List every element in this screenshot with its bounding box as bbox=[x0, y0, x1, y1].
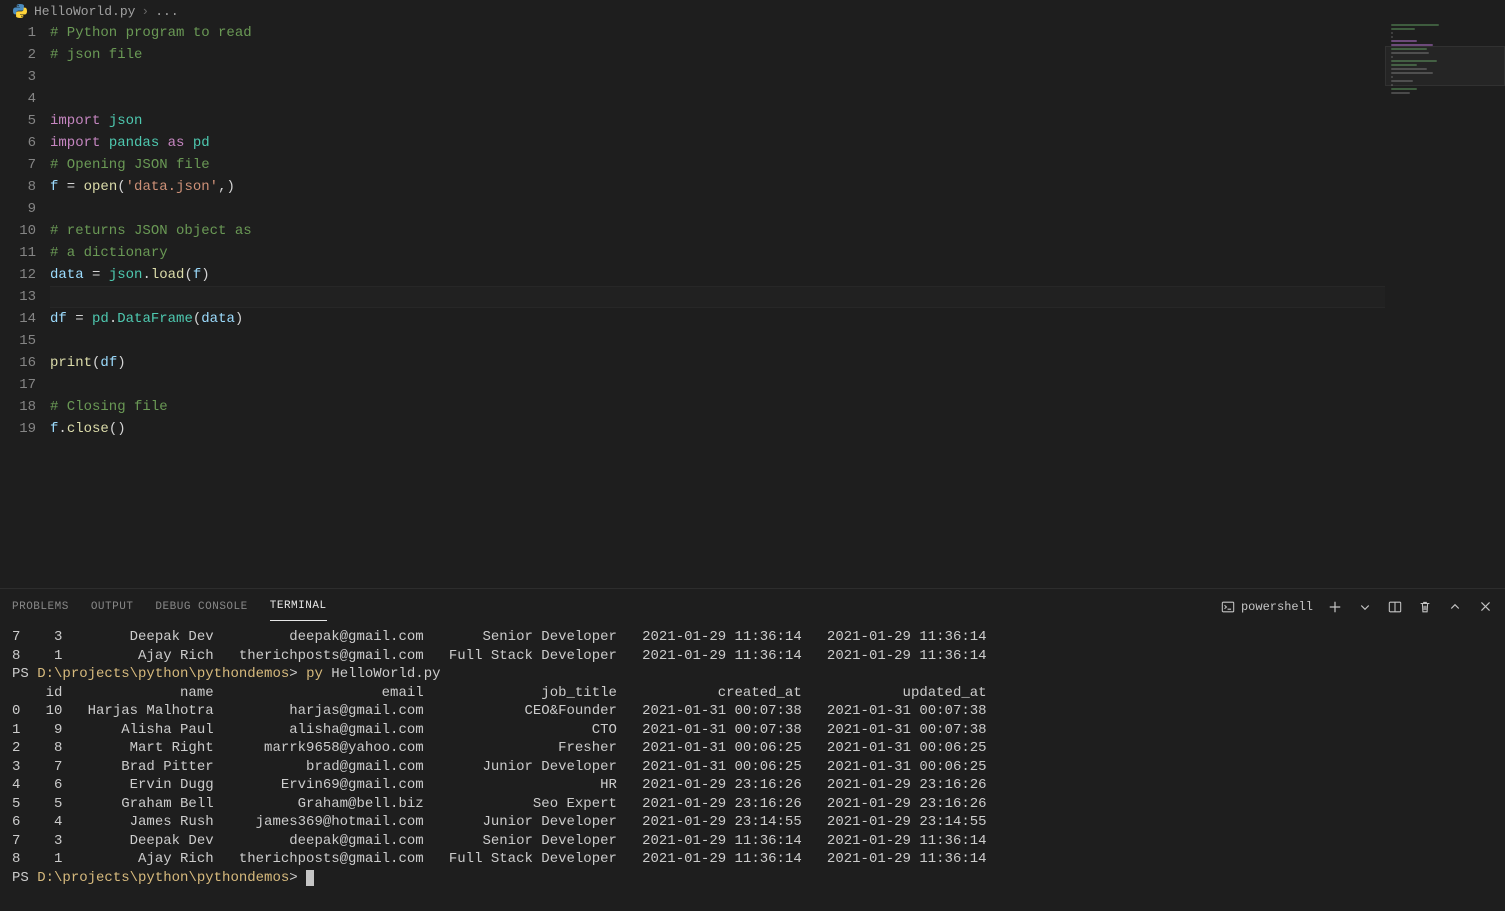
code-line[interactable]: import pandas as pd bbox=[50, 132, 1505, 154]
line-number: 16 bbox=[0, 352, 36, 374]
line-number: 19 bbox=[0, 418, 36, 440]
line-number: 15 bbox=[0, 330, 36, 352]
tab-output[interactable]: OUTPUT bbox=[91, 593, 134, 621]
line-number: 2 bbox=[0, 44, 36, 66]
python-file-icon bbox=[12, 3, 28, 19]
breadcrumb-separator: › bbox=[141, 4, 149, 19]
code-editor[interactable]: 12345678910111213141516171819 # Python p… bbox=[0, 22, 1505, 588]
tab-terminal[interactable]: TERMINAL bbox=[270, 592, 327, 621]
line-number: 3 bbox=[0, 66, 36, 88]
code-line[interactable] bbox=[50, 198, 1505, 220]
line-number: 6 bbox=[0, 132, 36, 154]
code-line[interactable] bbox=[50, 330, 1505, 352]
code-line[interactable]: data = json.load(f) bbox=[50, 264, 1505, 286]
line-number-gutter: 12345678910111213141516171819 bbox=[0, 22, 50, 588]
tab-problems[interactable]: PROBLEMS bbox=[12, 593, 69, 621]
terminal-icon bbox=[1221, 600, 1235, 614]
line-number: 9 bbox=[0, 198, 36, 220]
terminal-shell-selector[interactable]: powershell bbox=[1221, 600, 1313, 614]
code-line[interactable]: print(df) bbox=[50, 352, 1505, 374]
code-line[interactable]: f.close() bbox=[50, 418, 1505, 440]
code-area[interactable]: # Python program to read# json file impo… bbox=[50, 22, 1505, 588]
kill-terminal-button[interactable] bbox=[1417, 599, 1433, 615]
close-panel-button[interactable] bbox=[1477, 599, 1493, 615]
code-line[interactable]: # a dictionary bbox=[50, 242, 1505, 264]
shell-name: powershell bbox=[1241, 600, 1313, 614]
line-number: 18 bbox=[0, 396, 36, 418]
line-number: 7 bbox=[0, 154, 36, 176]
code-line[interactable]: import json bbox=[50, 110, 1505, 132]
breadcrumb-file[interactable]: HelloWorld.py bbox=[34, 4, 135, 19]
line-number: 1 bbox=[0, 22, 36, 44]
code-line[interactable]: # returns JSON object as bbox=[50, 220, 1505, 242]
code-line[interactable] bbox=[50, 374, 1505, 396]
line-number: 10 bbox=[0, 220, 36, 242]
code-line[interactable]: df = pd.DataFrame(data) bbox=[50, 308, 1505, 330]
panel-tab-bar: PROBLEMS OUTPUT DEBUG CONSOLE TERMINAL p… bbox=[0, 589, 1505, 624]
line-number: 5 bbox=[0, 110, 36, 132]
line-number: 4 bbox=[0, 88, 36, 110]
tab-debug-console[interactable]: DEBUG CONSOLE bbox=[155, 593, 247, 621]
split-terminal-button[interactable] bbox=[1387, 599, 1403, 615]
bottom-panel: PROBLEMS OUTPUT DEBUG CONSOLE TERMINAL p… bbox=[0, 588, 1505, 911]
code-line[interactable]: # json file bbox=[50, 44, 1505, 66]
breadcrumb[interactable]: HelloWorld.py › ... bbox=[0, 0, 1505, 22]
code-line[interactable]: f = open('data.json',) bbox=[50, 176, 1505, 198]
maximize-panel-button[interactable] bbox=[1447, 599, 1463, 615]
line-number: 17 bbox=[0, 374, 36, 396]
code-line[interactable]: # Python program to read bbox=[50, 22, 1505, 44]
line-number: 13 bbox=[0, 286, 36, 308]
line-number: 12 bbox=[0, 264, 36, 286]
code-line[interactable] bbox=[50, 286, 1505, 308]
new-terminal-button[interactable] bbox=[1327, 599, 1343, 615]
line-number: 14 bbox=[0, 308, 36, 330]
line-number: 8 bbox=[0, 176, 36, 198]
code-line[interactable]: # Opening JSON file bbox=[50, 154, 1505, 176]
code-line[interactable] bbox=[50, 88, 1505, 110]
chevron-down-icon[interactable] bbox=[1357, 599, 1373, 615]
minimap[interactable] bbox=[1385, 22, 1505, 588]
code-line[interactable] bbox=[50, 66, 1505, 88]
terminal-output[interactable]: 7 3 Deepak Dev deepak@gmail.com Senior D… bbox=[0, 624, 1505, 911]
breadcrumb-ellipsis[interactable]: ... bbox=[155, 4, 178, 19]
line-number: 11 bbox=[0, 242, 36, 264]
code-line[interactable]: # Closing file bbox=[50, 396, 1505, 418]
